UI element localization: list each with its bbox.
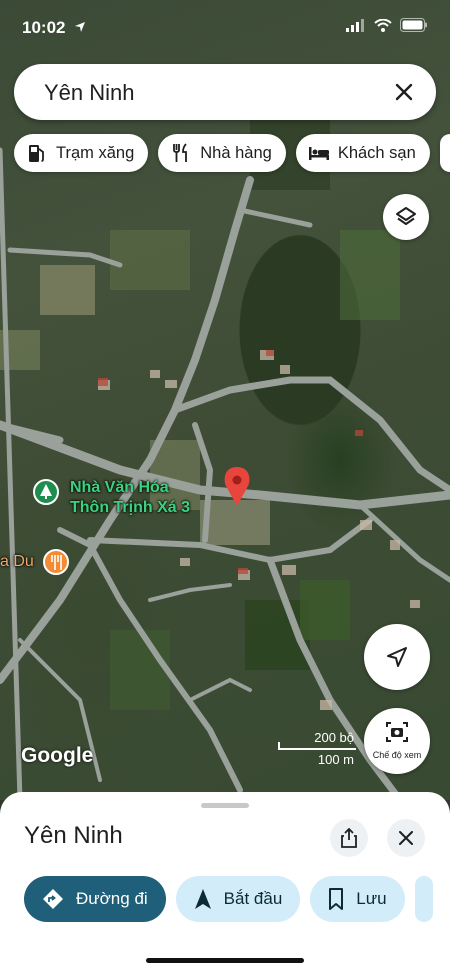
- battery-icon: [400, 18, 427, 32]
- navigation-arrow-icon: [194, 888, 212, 910]
- search-query[interactable]: Yên Ninh: [44, 80, 135, 106]
- directions-label: Đường đi: [76, 889, 148, 908]
- place-title: Yên Ninh: [24, 822, 123, 849]
- chip-label: Trạm xăng: [56, 143, 135, 162]
- category-chips: Trạm xăng Nhà hàng Khách sạn: [14, 134, 450, 172]
- share-button[interactable]: [330, 819, 368, 857]
- directions-button[interactable]: Đường đi: [24, 876, 166, 922]
- location-arrow-icon: [75, 22, 85, 32]
- save-label: Lưu: [356, 889, 387, 908]
- restaurant-icon: [170, 142, 192, 164]
- status-time: 10:02: [22, 18, 66, 37]
- close-icon: [399, 831, 413, 845]
- close-sheet-button[interactable]: [387, 819, 425, 857]
- chip-label: Nhà hàng: [200, 143, 272, 162]
- sheet-drag-handle[interactable]: [201, 803, 249, 808]
- close-icon: [395, 83, 413, 101]
- home-indicator: [146, 958, 304, 963]
- scale-bar: 200 bộ 100 m: [278, 730, 356, 770]
- share-icon: [341, 828, 357, 848]
- more-action-button[interactable]: [414, 876, 433, 922]
- search-bar[interactable]: Yên Ninh: [14, 64, 436, 120]
- park-pin-icon[interactable]: [33, 479, 59, 505]
- wifi-icon: [374, 18, 392, 32]
- status-bar: 10:02: [0, 0, 450, 56]
- signal-icon: [346, 18, 364, 32]
- poi-label-partial[interactable]: a Du: [0, 553, 34, 571]
- hotel-icon: [308, 142, 330, 164]
- action-buttons: Đường đi Bắt đầu Lưu: [24, 876, 433, 922]
- start-label: Bắt đầu: [223, 889, 283, 908]
- chip-restaurant[interactable]: Nhà hàng: [158, 134, 286, 172]
- save-button[interactable]: Lưu: [310, 876, 405, 922]
- chip-hotel[interactable]: Khách sạn: [295, 134, 430, 172]
- google-logo: Google: [21, 744, 94, 767]
- bookmark-icon: [328, 888, 344, 910]
- view-mode-button[interactable]: Chế độ xem: [364, 708, 430, 774]
- place-sheet: Yên Ninh Đường đi Bắt đầu Lưu: [0, 792, 450, 974]
- chip-gas-station[interactable]: Trạm xăng: [14, 134, 149, 172]
- street-view-camera-icon: [386, 722, 408, 742]
- chip-label: Khách sạn: [337, 143, 416, 162]
- directions-icon: [42, 888, 64, 910]
- restaurant-pin-icon[interactable]: [43, 549, 69, 575]
- start-button[interactable]: Bắt đầu: [175, 876, 301, 922]
- my-location-button[interactable]: [364, 624, 430, 690]
- layers-icon: [396, 207, 416, 225]
- gas-station-icon: [26, 142, 48, 164]
- chip-more[interactable]: [439, 134, 450, 172]
- view-mode-label: Chế độ xem: [372, 750, 422, 760]
- scale-label-meters: 100 m: [317, 752, 354, 767]
- clear-search-button[interactable]: [390, 78, 418, 106]
- layers-button[interactable]: [383, 194, 429, 240]
- navigation-arrow-outline-icon: [387, 647, 407, 667]
- poi-label-culture-house[interactable]: Nhà Văn Hóa Thôn Trịnh Xá 3: [70, 478, 190, 518]
- scale-label-feet: 200 bộ: [314, 730, 354, 745]
